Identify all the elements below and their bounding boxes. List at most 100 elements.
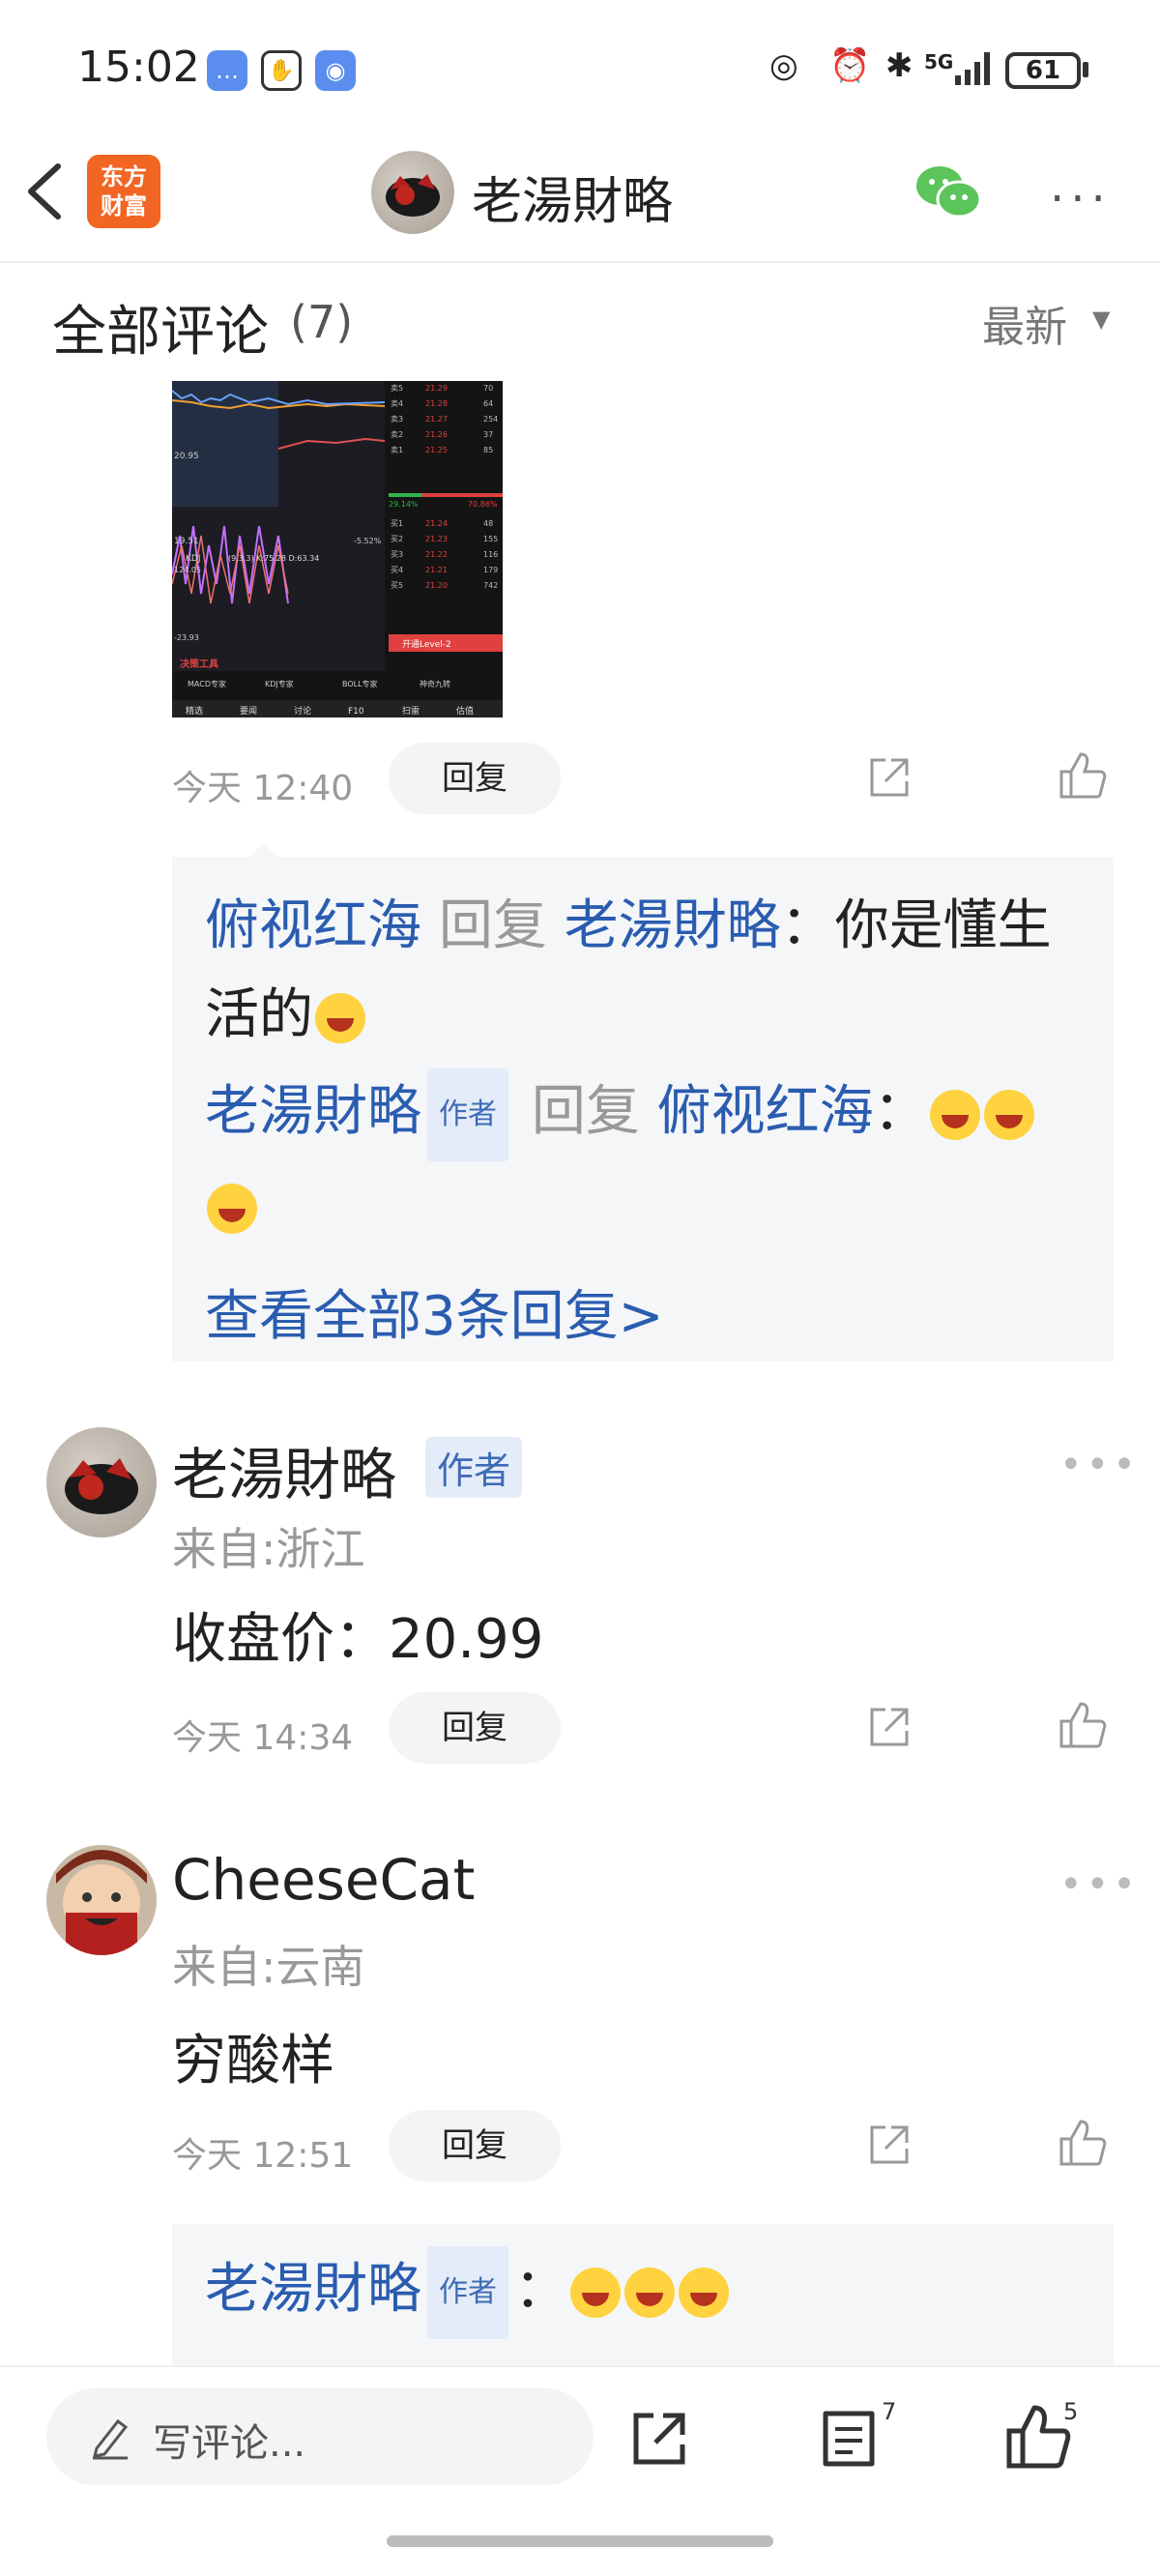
eastmoney-logo[interactable]: 东方 财富 <box>87 155 160 228</box>
sort-selector[interactable]: 最新 <box>982 292 1067 354</box>
home-indicator[interactable] <box>387 2535 773 2547</box>
reply-item: 老湯財略 作者 回复 俯视红海： <box>205 1068 1094 1250</box>
chart-price-a: 20.95 <box>174 452 199 461</box>
thumbs-up-icon[interactable] <box>1058 1700 1108 1750</box>
reply-verb: 回复 <box>531 1080 640 1143</box>
orderbook-label: 买3 <box>391 550 403 559</box>
thumbs-up-icon[interactable] <box>1005 2404 1071 2474</box>
logo-line1: 东方 <box>101 163 147 190</box>
orderbook-label: 买1 <box>391 519 403 528</box>
orderbook-label: 买5 <box>391 581 403 590</box>
chevron-down-icon[interactable]: ▼ <box>1092 306 1110 333</box>
page-title: 老湯財略 <box>472 173 674 231</box>
reply-user[interactable]: 俯视红海 <box>205 894 421 957</box>
reply-separator: ： <box>780 894 835 957</box>
header-avatar[interactable] <box>371 151 454 234</box>
reply-box-pointer <box>249 843 276 857</box>
pencil-icon <box>89 2414 131 2464</box>
crying-laughing-emoji-icon <box>929 1089 980 1140</box>
crying-laughing-emoji-icon <box>570 2267 621 2318</box>
orderbook-price: 21.29 <box>425 384 448 393</box>
orderbook-price: 21.22 <box>425 550 448 559</box>
avatar[interactable] <box>46 1845 157 1955</box>
chart-price-c: 124.05 <box>174 566 201 574</box>
reply-user[interactable]: 老湯財略 <box>205 2258 421 2321</box>
reply-separator: ： <box>873 1080 928 1143</box>
orderbook-price: 21.21 <box>425 566 448 574</box>
share-icon[interactable] <box>628 2408 690 2474</box>
share-icon[interactable] <box>866 2122 913 2168</box>
comment-content: 收盘价：20.99 <box>172 1608 544 1671</box>
chart-kdj: KDJ <box>186 554 201 564</box>
more-icon[interactable]: ••• <box>1059 1862 1140 1907</box>
orderbook-price: 21.26 <box>425 430 448 439</box>
orderbook-price: 21.28 <box>425 399 448 408</box>
orderbook-label: 卖4 <box>391 399 403 408</box>
chart-level2: 开通Level-2 <box>402 639 451 650</box>
comment-list-icon[interactable] <box>820 2408 878 2474</box>
orderbook-label: 卖1 <box>391 446 403 454</box>
thumbs-up-icon[interactable] <box>1058 2118 1108 2168</box>
chart-bottom-tab: 讨论 <box>294 705 311 717</box>
chart-tool-tab: MACD专家 <box>188 679 226 688</box>
orderbook-price: 21.25 <box>425 446 448 454</box>
orderbook-volume: 37 <box>483 430 493 439</box>
logo-line2: 财富 <box>101 192 147 220</box>
reply-verb: 回复 <box>438 894 547 957</box>
chart-pct-up: 29.14% <box>389 500 419 509</box>
reply-button[interactable]: 回复 <box>389 743 561 814</box>
comment-time: 今天 14:34 <box>172 1718 354 1758</box>
chart-pct-down: 70.86% <box>468 500 498 509</box>
network-type: 5G <box>924 50 954 73</box>
author-tag: 作者 <box>425 1437 523 1498</box>
orderbook-label: 卖3 <box>391 415 403 424</box>
message-icon: … <box>207 50 247 91</box>
orderbook-price: 21.24 <box>425 519 448 528</box>
chart-price-d: -23.93 <box>174 633 199 642</box>
comment-time: 今天 12:40 <box>172 769 354 808</box>
comment-image[interactable]: 20.95 19.51 KDJ (9,3,3) K:75.28 D:63.34 … <box>172 381 503 717</box>
reply-item: 老湯財略 作者： <box>205 2245 731 2339</box>
battery-tip <box>1083 62 1088 77</box>
reply-text: 你是懂生 <box>834 894 1052 957</box>
orderbook-label: 买4 <box>391 566 403 574</box>
bottom-divider <box>0 2365 1160 2367</box>
orderbook-price: 21.20 <box>425 581 448 590</box>
more-icon[interactable]: ··· <box>1050 172 1112 226</box>
reply-button[interactable]: 回复 <box>389 1692 561 1764</box>
back-icon[interactable] <box>23 161 66 222</box>
orderbook-volume: 179 <box>483 566 498 574</box>
view-all-replies-link[interactable]: 查看全部3条回复> <box>205 1273 664 1351</box>
comment-time: 今天 12:51 <box>172 2136 354 2176</box>
orderbook-volume: 254 <box>483 415 498 424</box>
chart-bottom-tab: 要闻 <box>240 706 257 717</box>
reply-user[interactable]: 老湯財略 <box>205 1080 421 1143</box>
eye-icon: ◎ <box>769 46 798 85</box>
signal-icon <box>953 48 996 91</box>
reply-button[interactable]: 回复 <box>389 2110 561 2181</box>
share-icon[interactable] <box>866 1704 913 1750</box>
crying-laughing-emoji-icon <box>983 1089 1034 1140</box>
app-icon: ◉ <box>315 50 356 91</box>
thumbs-up-icon[interactable] <box>1058 750 1108 801</box>
orderbook-volume: 85 <box>483 446 493 454</box>
orderbook-volume: 742 <box>483 581 498 590</box>
reply-item: 俯视红海 回复 老湯財略：你是懂生 活的 <box>205 882 1094 1060</box>
reply-target[interactable]: 老湯財略 <box>565 894 781 957</box>
comments-title: 全部评论 <box>52 301 269 364</box>
orderbook-volume: 155 <box>483 535 498 543</box>
share-icon[interactable] <box>866 754 913 801</box>
avatar[interactable] <box>46 1427 157 1537</box>
wechat-icon[interactable] <box>914 162 982 220</box>
hand-icon: ✋ <box>261 50 302 91</box>
comment-author[interactable]: 老湯財略 <box>172 1429 396 1510</box>
comment-author[interactable]: CheeseCat <box>172 1847 475 1913</box>
laughing-emoji-icon <box>315 992 365 1043</box>
more-icon[interactable]: ••• <box>1059 1443 1140 1487</box>
reply-target[interactable]: 俯视红海 <box>657 1080 874 1143</box>
comments-count: (7) <box>290 296 354 348</box>
chart-bottom-tab: 扫雷 <box>402 705 420 717</box>
compose-placeholder[interactable]: 写评论... <box>153 2412 305 2468</box>
crying-laughing-emoji-icon <box>679 2267 729 2318</box>
battery-icon: 61 <box>1005 52 1081 89</box>
